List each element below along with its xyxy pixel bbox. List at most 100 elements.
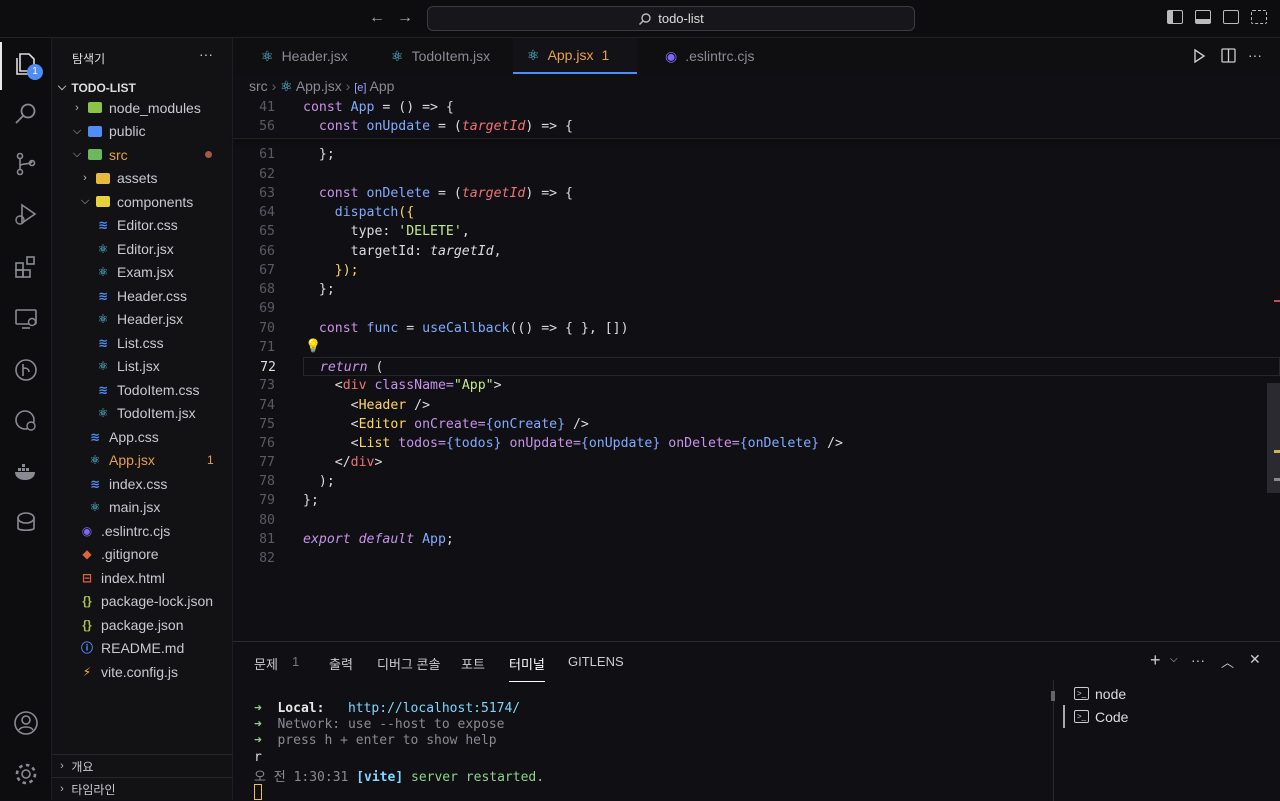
tree-item[interactable]: ≋ App.css <box>52 425 233 448</box>
tree-item[interactable]: {} package.json <box>52 613 233 636</box>
tree-item[interactable]: ⚛ TodoItem.jsx <box>52 402 233 425</box>
breadcrumb-file[interactable]: App.jsx <box>296 78 342 94</box>
code-line[interactable]: 68 }; <box>233 280 1280 299</box>
lightbulb-icon[interactable]: 💡 <box>305 338 321 354</box>
code-line[interactable]: 80 <box>233 511 1280 530</box>
code-line[interactable]: 70 const func = useCallback(() => { }, [… <box>233 319 1280 338</box>
gitlens-inspect-icon[interactable] <box>12 407 40 435</box>
chevron-right-icon[interactable]: › <box>71 102 83 114</box>
settings-gear-icon[interactable] <box>12 760 40 788</box>
code-line[interactable]: 56 const onUpdate = (targetId) => { <box>233 117 1280 136</box>
code-line[interactable]: 61 }; <box>233 145 1280 164</box>
back-icon[interactable]: ← <box>369 9 385 27</box>
forward-icon[interactable]: → <box>397 9 413 27</box>
chevron-down-icon[interactable]: ⌵ <box>1170 654 1178 665</box>
outline-section[interactable]: › 개요 <box>52 754 233 777</box>
tree-item[interactable]: ≋ List.css <box>52 331 233 354</box>
panel-tab[interactable]: 디버그 콘솔 <box>377 654 440 673</box>
toggle-sidebar-icon[interactable] <box>1167 10 1183 24</box>
customize-layout-icon[interactable] <box>1251 10 1267 24</box>
local-url[interactable]: http://localhost:5174/ <box>348 701 520 716</box>
command-center-search[interactable]: todo-list <box>427 6 915 31</box>
panel-tab[interactable]: 포트 <box>461 654 485 673</box>
editor-more-icon[interactable]: ··· <box>1248 47 1262 63</box>
tree-item[interactable]: ≋ Editor.css <box>52 214 233 237</box>
code-line[interactable]: 69 <box>233 299 1280 318</box>
tree-item[interactable]: ⌵ components <box>52 190 233 213</box>
tree-item[interactable]: ⌵ src <box>52 143 233 166</box>
chevron-right-icon[interactable]: › <box>79 172 91 184</box>
source-control-icon[interactable] <box>12 150 40 178</box>
chevron-down-icon[interactable]: ⌵ <box>71 148 83 161</box>
code-line[interactable]: 63 const onDelete = (targetId) => { <box>233 184 1280 203</box>
toggle-secondary-sidebar-icon[interactable] <box>1223 10 1239 24</box>
code-line[interactable]: 73 <div className="App"> <box>233 376 1280 395</box>
toggle-panel-icon[interactable] <box>1195 10 1211 24</box>
remote-explorer-icon[interactable] <box>12 305 40 333</box>
chevron-down-icon[interactable]: ⌵ <box>71 125 83 138</box>
code-line[interactable]: 82 <box>233 549 1280 568</box>
tab-header-jsx[interactable]: ⚛ Header.jsx <box>247 38 362 74</box>
tree-item[interactable]: ◉ .eslintrc.cjs <box>52 519 233 542</box>
split-editor-icon[interactable] <box>1221 48 1236 63</box>
tree-item[interactable]: ⚛ App.jsx 1 <box>52 449 233 472</box>
close-panel-icon[interactable]: ✕ <box>1249 651 1261 668</box>
tree-item[interactable]: ≋ index.css <box>52 472 233 495</box>
code-line[interactable]: 67 }); <box>233 261 1280 280</box>
tree-item[interactable]: ◆ .gitignore <box>52 543 233 566</box>
tree-item[interactable]: ⚡ vite.config.js <box>52 660 233 683</box>
tree-item[interactable]: ⚛ Header.jsx <box>52 308 233 331</box>
code-line[interactable]: 72 return ( <box>260 357 1280 376</box>
code-line[interactable]: 81 export default App; <box>233 530 1280 549</box>
new-terminal-icon[interactable]: + <box>1150 650 1161 671</box>
maximize-panel-icon[interactable]: ︿ <box>1221 652 1234 671</box>
code-line[interactable]: 65 type: 'DELETE', <box>233 222 1280 241</box>
tab-todoitem-jsx[interactable]: ⚛ TodoItem.jsx <box>377 38 504 74</box>
panel-tab[interactable]: GITLENS <box>568 654 624 669</box>
chevron-down-icon[interactable]: ⌵ <box>79 195 91 208</box>
code-view[interactable]: 41 const App = () => {56 const onUpdate =… <box>233 98 1280 641</box>
tree-item[interactable]: ⚛ Exam.jsx <box>52 261 233 284</box>
breadcrumb-src[interactable]: src <box>249 78 268 94</box>
run-debug-icon[interactable] <box>12 200 40 228</box>
tree-item[interactable]: › node_modules <box>52 96 233 119</box>
breadcrumb-symbol[interactable]: App <box>370 78 395 94</box>
panel-tab[interactable]: 문제 <box>254 654 278 673</box>
code-line[interactable]: 66 targetId: targetId, <box>233 242 1280 261</box>
tree-item[interactable]: ≋ Header.css <box>52 284 233 307</box>
code-line[interactable]: 41 const App = () => { <box>233 98 1280 117</box>
gitlens-icon[interactable] <box>12 356 40 384</box>
tab-app-jsx[interactable]: ⚛ App.jsx 1 <box>513 38 637 74</box>
timeline-section[interactable]: › 타임라인 <box>52 777 233 800</box>
explorer-more-icon[interactable]: ··· <box>199 46 213 62</box>
tree-item[interactable]: {} package-lock.json <box>52 590 233 613</box>
tree-item[interactable]: ⚛ main.jsx <box>52 496 233 519</box>
code-line[interactable]: 64 dispatch({ <box>233 203 1280 222</box>
scrollbar[interactable] <box>1267 383 1280 493</box>
tree-item[interactable]: ⚛ Editor.jsx <box>52 237 233 260</box>
tree-item[interactable]: ⌵ public <box>52 120 233 143</box>
terminal-list-item[interactable]: >_ Code <box>1063 705 1280 728</box>
explorer-icon[interactable]: 1 <box>12 50 43 80</box>
code-line[interactable]: 62 <box>233 165 1280 184</box>
code-line[interactable]: 71 <box>233 338 1280 357</box>
code-line[interactable]: 76 <List todos={todos} onUpdate={onUpdat… <box>233 434 1280 453</box>
tree-item[interactable]: ≋ TodoItem.css <box>52 378 233 401</box>
extensions-icon[interactable] <box>12 253 40 281</box>
terminal-list-item[interactable]: >_ node <box>1063 682 1280 705</box>
panel-tab[interactable]: 터미널 <box>509 654 545 682</box>
code-line[interactable]: 74 <Header /> <box>233 396 1280 415</box>
database-icon[interactable] <box>12 509 40 537</box>
run-icon[interactable] <box>1192 49 1206 63</box>
tab--eslintrc-cjs[interactable]: ◉ .eslintrc.cjs <box>651 38 768 74</box>
code-line[interactable]: 79}; <box>233 491 1280 510</box>
panel-more-icon[interactable]: ··· <box>1191 652 1205 668</box>
account-icon[interactable] <box>12 709 40 737</box>
code-line[interactable]: 77 </div> <box>233 453 1280 472</box>
search-view-icon[interactable] <box>12 100 40 128</box>
tree-item[interactable]: ⊟ index.html <box>52 566 233 589</box>
code-line[interactable]: 75 <Editor onCreate={onCreate} /> <box>233 415 1280 434</box>
panel-tab[interactable]: 출력 <box>329 654 353 673</box>
tree-item[interactable]: › assets <box>52 167 233 190</box>
tree-item[interactable]: ⚛ List.jsx <box>52 355 233 378</box>
